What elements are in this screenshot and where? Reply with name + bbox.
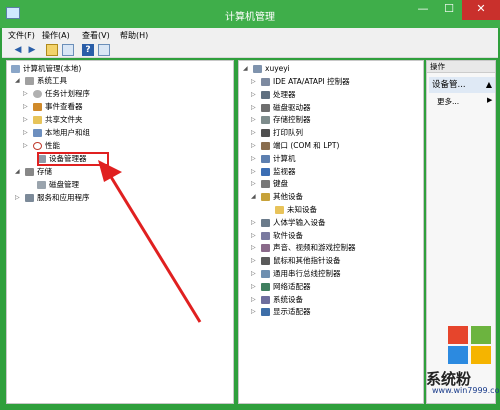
annotation-arrow <box>98 160 202 323</box>
windows-logo-watermark <box>448 326 491 364</box>
watermark-url: www.win7999.com <box>432 386 500 395</box>
